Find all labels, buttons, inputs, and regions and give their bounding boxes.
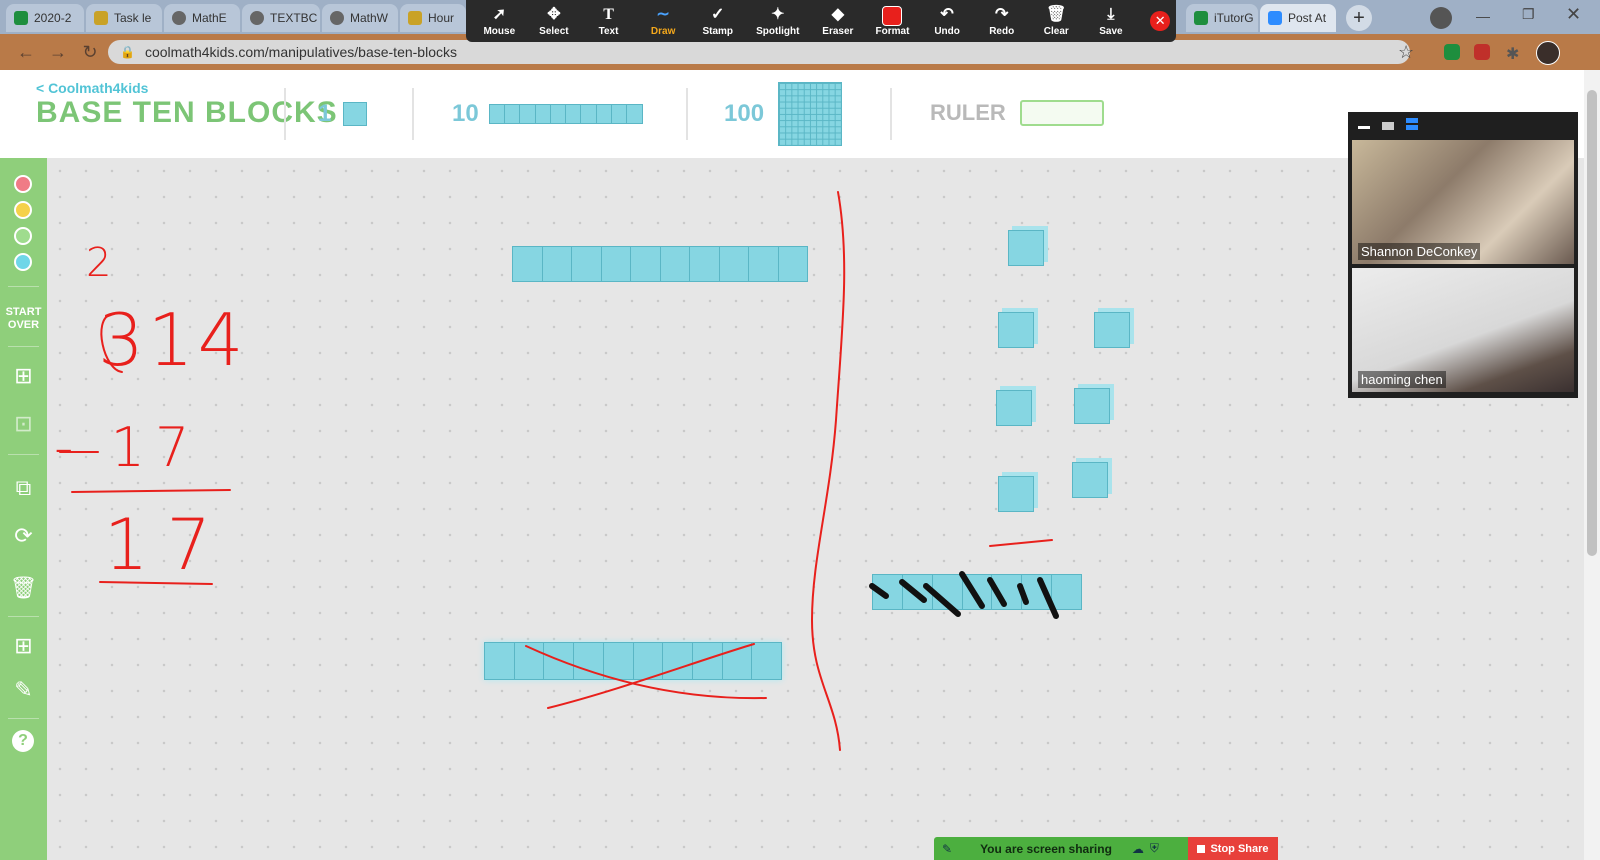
participant-video[interactable]: haoming chen xyxy=(1352,268,1574,392)
strike-mark xyxy=(1017,583,1029,605)
borrow-dash xyxy=(989,539,1053,547)
strike-mark xyxy=(1037,577,1059,619)
participant-video[interactable]: Shannon DeConkey xyxy=(1352,140,1574,264)
strike-mark xyxy=(987,577,1007,607)
strike-mark xyxy=(869,583,889,599)
divider-bracket xyxy=(810,191,846,751)
video-panel[interactable]: Shannon DeConkey haoming chen xyxy=(1348,112,1578,398)
video-panel-controls xyxy=(1358,118,1418,130)
pin-icon[interactable]: ✎ xyxy=(942,842,952,856)
screen-sharing-bar: ✎ You are screen sharing ☁ ⛨ Stop Share xyxy=(934,837,1278,860)
stop-icon xyxy=(1197,844,1206,853)
strike-mark xyxy=(899,579,927,603)
sharing-status-text: You are screen sharing xyxy=(980,841,1112,856)
difference-number: 17 xyxy=(104,504,230,586)
minimize-video-icon[interactable] xyxy=(1358,126,1370,129)
speaker-view-icon[interactable] xyxy=(1406,118,1418,130)
shield-icon: ⛨ xyxy=(1149,841,1159,855)
cloud-icon: ☁ xyxy=(1131,841,1144,856)
subtrahend-number: - 17 xyxy=(54,416,200,479)
subtraction-line xyxy=(71,489,231,493)
borrow-digit: 2 xyxy=(86,240,112,286)
thumbnail-view-icon[interactable] xyxy=(1382,122,1394,130)
stop-share-button[interactable]: Stop Share xyxy=(1188,837,1278,860)
scrollbar-thumb[interactable] xyxy=(1587,90,1597,556)
minuend-number: 314 xyxy=(98,298,248,382)
cross-stroke-b xyxy=(547,643,755,709)
strike-mark xyxy=(923,583,961,617)
cross-stroke-a xyxy=(525,645,767,700)
strike-mark xyxy=(959,571,985,609)
